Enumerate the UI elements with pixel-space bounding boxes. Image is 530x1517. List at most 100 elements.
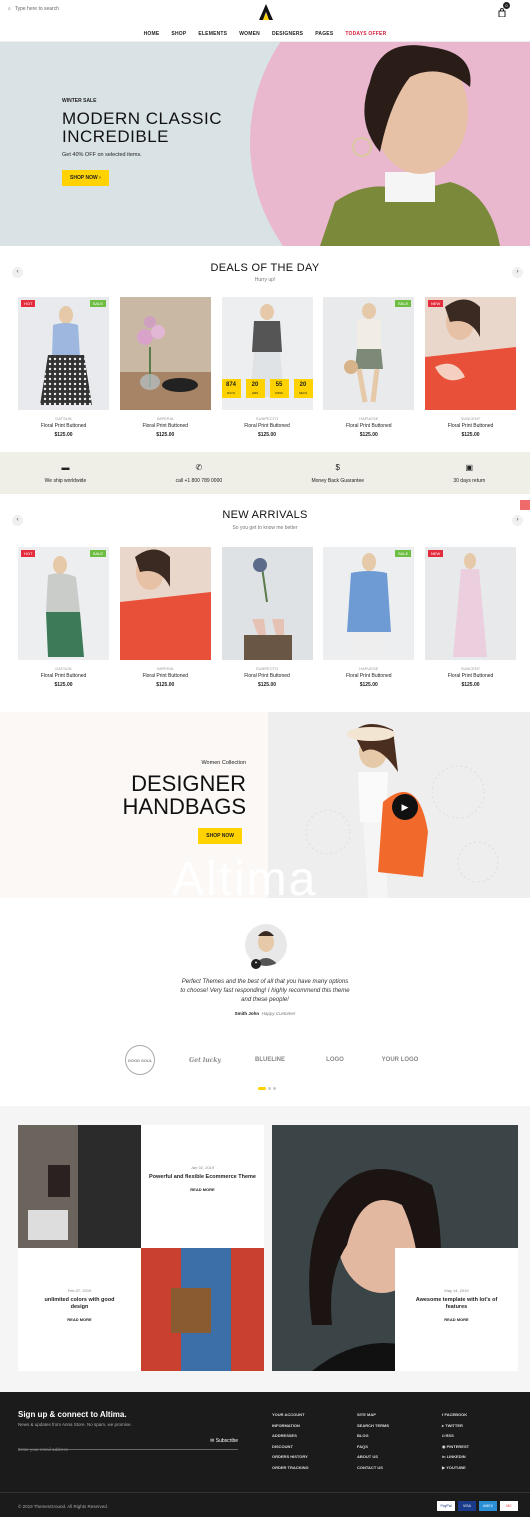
product-brand: IMPERIA (157, 666, 174, 671)
nav-women[interactable]: WOMEN (239, 31, 260, 37)
product-name[interactable]: Floral Print Buttoned (425, 423, 516, 429)
read-more-link[interactable]: READ MORE (395, 1317, 518, 1322)
product-image[interactable]: SALE (323, 547, 415, 660)
product-card[interactable]: NEW SUNCENT Floral Print Buttoned $125.0… (425, 297, 516, 438)
blog-post[interactable]: Feb 07, 2019 unlimited colors with good … (18, 1248, 141, 1371)
product-name[interactable]: Floral Print Buttoned (18, 673, 109, 679)
service-phone: ✆ call +1 800 789 0000 (175, 462, 223, 484)
brand-logo[interactable]: YOUR LOGO (380, 1057, 420, 1063)
product-price: $125.00 (156, 432, 175, 438)
product-name[interactable]: Floral Print Buttoned (120, 423, 211, 429)
footer-link[interactable]: ORDERS HISTORY (272, 1452, 309, 1463)
product-card[interactable]: HOT SALE DATSUN Floral Print Buttoned $1… (18, 297, 109, 438)
handbags-text: Women Collection DESIGNER HANDBAGS SHOP … (116, 760, 246, 844)
footer-link[interactable]: INFORMATION (272, 1421, 309, 1432)
product-image[interactable]: NEW (425, 297, 516, 410)
youtube-link[interactable]: ▶ YOUTUBE (442, 1463, 469, 1474)
play-button[interactable]: ▶ (392, 794, 418, 820)
product-image[interactable] (119, 547, 211, 660)
product-card[interactable]: IMPERIA Floral Print Buttoned $125.00 (119, 547, 211, 688)
product-card[interactable]: SALE HAPUESE Floral Print Buttoned $125.… (323, 547, 415, 688)
footer-link[interactable]: BLOG (357, 1431, 389, 1442)
search-icon[interactable]: ⌕ (8, 6, 11, 12)
product-name[interactable]: Floral Print Buttoned (222, 673, 313, 679)
sale-badge: SALE (395, 550, 412, 557)
brand-logo[interactable]: GOOD SOUL (120, 1045, 160, 1075)
bag-icon[interactable] (498, 8, 506, 18)
dot[interactable] (273, 1087, 276, 1090)
dot[interactable] (268, 1087, 271, 1090)
rss-link[interactable]: ◘ RSS (442, 1431, 469, 1442)
nav-elements[interactable]: ELEMENTS (198, 31, 227, 37)
pinterest-link[interactable]: ◉ PINTEREST (442, 1442, 469, 1453)
product-name[interactable]: Floral Print Buttoned (18, 423, 109, 429)
blog-title[interactable]: Awesome template with lot's of features (395, 1297, 518, 1311)
hero-shop-now-button[interactable]: SHOP NOW › (62, 170, 109, 186)
product-card[interactable]: HOT SALE DATSUN Floral Print Buttoned $1… (18, 547, 109, 688)
product-image[interactable]: HOT SALE (18, 547, 109, 660)
blog-post[interactable]: May 14, 2019 Awesome template with lot's… (395, 1248, 518, 1371)
facebook-link[interactable]: f FACEBOOK (442, 1410, 469, 1421)
blog-title[interactable]: unlimited colors with good design (18, 1297, 141, 1311)
carousel-dots[interactable] (258, 1087, 276, 1090)
blog-title[interactable]: Powerful and flexible Ecommerce Theme (141, 1174, 264, 1181)
linkedin-link[interactable]: in LINKEDIN (442, 1452, 469, 1463)
blog-image-bag[interactable] (141, 1248, 264, 1371)
search-box[interactable]: ⌕ Type here to search (8, 6, 59, 12)
nav-todays-offer[interactable]: TODAYS OFFER (345, 31, 386, 37)
twitter-link[interactable]: ▸ TWITTER (442, 1421, 469, 1432)
footer-link[interactable]: FAQS (357, 1442, 389, 1453)
footer-link[interactable]: ORDER TRACKING (272, 1463, 309, 1474)
handbags-shop-now-button[interactable]: SHOP NOW (198, 828, 242, 844)
footer-link[interactable]: SEARCH TERMS (357, 1421, 389, 1432)
deals-next-arrow[interactable]: › (512, 267, 523, 278)
product-image[interactable]: SALE (323, 297, 415, 410)
nav-home[interactable]: HOME (144, 31, 160, 37)
footer-link[interactable]: ABOUT US (357, 1452, 389, 1463)
logo-icon[interactable] (256, 2, 276, 22)
product-image[interactable]: 874 DAYS 20 HRS 55 MINS 20 SECS (221, 297, 313, 410)
product-card[interactable]: 874 DAYS 20 HRS 55 MINS 20 SECS SUNPECTO Flo… (221, 297, 313, 438)
nav-designers[interactable]: DESIGNERS (272, 31, 303, 37)
deals-prev-arrow[interactable]: ‹ (12, 267, 23, 278)
read-more-link[interactable]: READ MORE (141, 1187, 264, 1192)
arrivals-next-arrow[interactable]: › (512, 515, 523, 526)
paypal-icon: PayPal (437, 1501, 455, 1511)
product-name[interactable]: Floral Print Buttoned (323, 423, 414, 429)
footer-link[interactable]: DISCOUNT (272, 1442, 309, 1453)
product-card[interactable]: IMPERIA Floral Print Buttoned $125.00 (119, 297, 211, 438)
email-field[interactable]: Enter your email address ✉ Subscribe (18, 1438, 238, 1452)
search-input[interactable]: Type here to search (15, 6, 59, 12)
product-name[interactable]: Floral Print Buttoned (120, 673, 211, 679)
cart-button[interactable]: 0 (498, 2, 510, 22)
product-price: $125.00 (359, 432, 378, 438)
read-more-link[interactable]: READ MORE (18, 1317, 141, 1322)
brand-logo[interactable]: BLUELINE (250, 1057, 290, 1063)
footer-link[interactable]: ADDRESSES (272, 1431, 309, 1442)
dot-active[interactable] (258, 1087, 266, 1090)
brand-logo[interactable]: Get lucky (185, 1057, 225, 1064)
footer-link[interactable]: YOUR ACCOUNT (272, 1410, 309, 1421)
nav-pages[interactable]: PAGES (315, 31, 333, 37)
product-image[interactable]: HOT SALE (18, 297, 109, 410)
deals-list: HOT SALE DATSUN Floral Print Buttoned $1… (18, 297, 516, 438)
product-name[interactable]: Floral Print Buttoned (323, 673, 414, 679)
product-card[interactable]: SALE HAPUESE Floral Print Buttoned $125.… (323, 297, 415, 438)
product-name[interactable]: Floral Print Buttoned (222, 423, 313, 429)
blog-image-coffee[interactable] (18, 1125, 141, 1248)
product-card[interactable]: NEW SUNCENT Floral Print Buttoned $125.0… (425, 547, 516, 688)
product-image[interactable] (119, 297, 211, 410)
product-name[interactable]: Floral Print Buttoned (425, 673, 516, 679)
blog-post[interactable]: Jan 02, 2019 Powerful and flexible Ecomm… (141, 1125, 264, 1248)
handbags-title-1: DESIGNER (131, 771, 246, 796)
product-card[interactable]: SUNPECTO Floral Print Buttoned $125.00 (221, 547, 313, 688)
subscribe-button[interactable]: ✉ Subscribe (210, 1438, 238, 1444)
footer-link[interactable]: CONTACT US (357, 1463, 389, 1474)
hero-eyebrow: WINTER SALE (62, 98, 97, 104)
arrivals-prev-arrow[interactable]: ‹ (12, 515, 23, 526)
brand-logo[interactable]: LOGO (315, 1057, 355, 1063)
product-image[interactable] (221, 547, 313, 660)
product-image[interactable]: NEW (425, 547, 516, 660)
footer-link[interactable]: SITE MAP (357, 1410, 389, 1421)
nav-shop[interactable]: SHOP (171, 31, 186, 37)
